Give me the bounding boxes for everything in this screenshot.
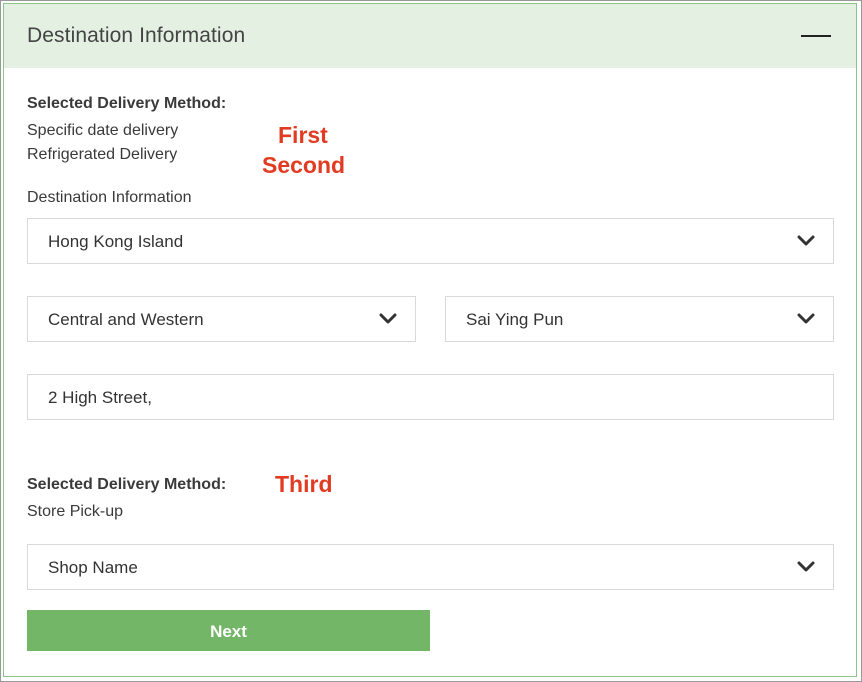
- address-field[interactable]: 2 High Street,: [27, 374, 834, 420]
- next-button[interactable]: Next: [27, 610, 430, 651]
- panel-title: Destination Information: [27, 24, 246, 47]
- region-select-value: Hong Kong Island: [48, 232, 184, 251]
- panel-header[interactable]: Destination Information: [4, 4, 856, 68]
- region-select[interactable]: Hong Kong Island: [27, 218, 834, 264]
- shop-select-value: Shop Name: [48, 558, 138, 577]
- delivery-method-store-pickup: Store Pick-up: [27, 503, 124, 520]
- delivery-method-label-2: Selected Delivery Method:: [27, 476, 227, 493]
- district-select-value: Central and Western: [48, 310, 204, 329]
- delivery-method-label-1: Selected Delivery Method:: [27, 95, 227, 112]
- delivery-method-specific-date: Specific date delivery: [27, 122, 179, 139]
- district-select[interactable]: Central and Western: [27, 296, 416, 342]
- annotation-first: First: [278, 122, 328, 148]
- annotation-third: Third: [275, 471, 333, 497]
- shop-select[interactable]: Shop Name: [27, 544, 834, 590]
- annotation-second: Second: [262, 152, 346, 178]
- destination-label: Destination Information: [27, 189, 192, 206]
- chevron-down-icon: [797, 235, 815, 246]
- chevron-down-icon: [797, 313, 815, 324]
- minus-icon[interactable]: [801, 35, 831, 37]
- area-select-value: Sai Ying Pun: [466, 310, 564, 329]
- chevron-down-icon: [797, 561, 815, 572]
- delivery-method-refrigerated: Refrigerated Delivery: [27, 146, 178, 163]
- area-select[interactable]: Sai Ying Pun: [445, 296, 834, 342]
- address-field-value: 2 High Street,: [48, 388, 152, 407]
- chevron-down-icon: [379, 313, 397, 324]
